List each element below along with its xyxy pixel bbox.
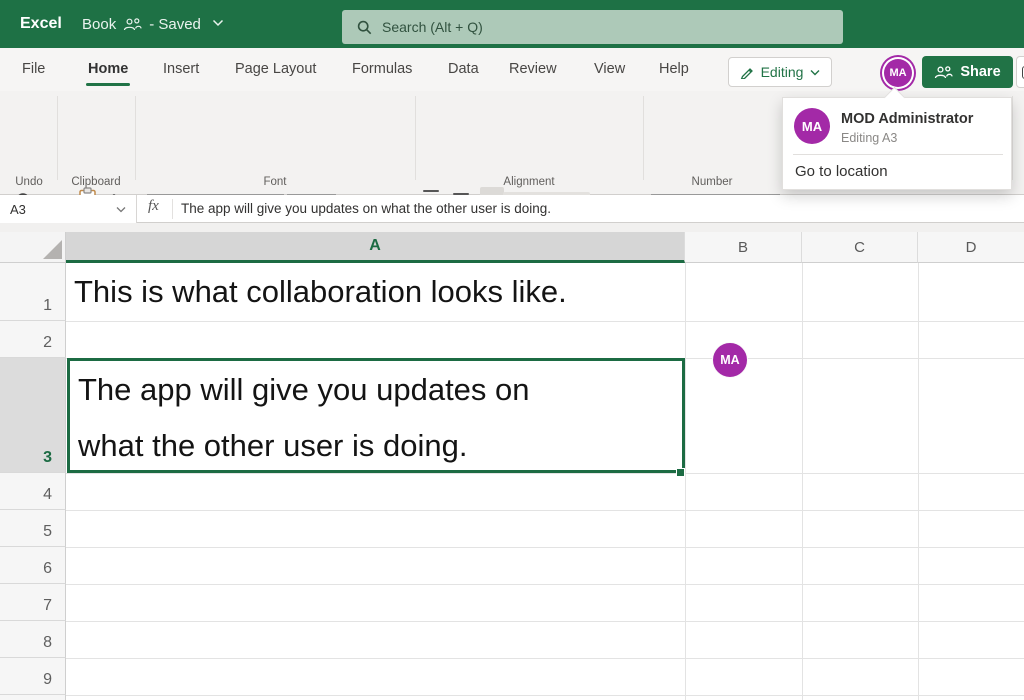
gridline [66,321,1024,322]
gridline [685,263,686,700]
pencil-icon [740,65,754,79]
gridline [66,510,1024,511]
chevron-down-icon [810,69,820,76]
row-header-9[interactable]: 9 [0,658,66,695]
formula-bar: A3 fx The app will give you updates on w… [0,195,1024,223]
app-header: Excel Book - Saved Search (Alt + Q) [0,0,1024,48]
tab-formulas[interactable]: Formulas [352,48,412,91]
editing-mode-button[interactable]: Editing [728,57,832,87]
share-button[interactable]: Share [922,56,1013,88]
row-header-5[interactable]: 5 [0,510,66,547]
popup-editing-status: Editing A3 [841,131,897,145]
fill-handle[interactable] [676,468,685,477]
search-placeholder: Search (Alt + Q) [382,19,483,35]
search-icon [357,20,372,35]
font-group-label: Font [135,176,415,188]
undo-group-label: Undo [2,176,56,188]
group-divider [415,96,416,180]
group-divider [1012,96,1013,180]
row-header-1[interactable]: 1 [0,263,66,321]
row-header-4[interactable]: 4 [0,473,66,510]
share-label: Share [960,64,1000,80]
row-header-3[interactable]: 3 [0,358,66,473]
go-to-location-link[interactable]: Go to location [795,163,888,180]
gridline [802,263,803,700]
row-header-7[interactable]: 7 [0,584,66,621]
row-header-2[interactable]: 2 [0,321,66,358]
row-header-10-partial [0,695,66,700]
chevron-down-icon [116,206,126,213]
presence-initials: MA [720,353,739,367]
collaborator-presence-avatar[interactable]: MA [712,342,748,378]
cell-a3-selected[interactable]: The app will give you updates on what th… [67,358,685,473]
ribbon-tab-row: File Home Insert Page Layout Formulas Da… [0,48,1024,91]
popup-avatar-initials: MA [802,119,822,134]
comments-button[interactable] [1016,56,1024,88]
popup-divider [793,154,1003,155]
tab-view[interactable]: View [594,48,625,91]
column-header-c[interactable]: C [802,232,918,263]
group-divider [135,96,136,180]
column-header-a[interactable]: A [66,232,685,263]
presence-popup: MA MOD Administrator Editing A3 Go to lo… [782,97,1012,190]
document-name: Book [82,16,116,33]
cell-a1[interactable]: This is what collaboration looks like. [74,263,567,321]
tab-insert[interactable]: Insert [163,48,199,91]
save-status: - Saved [149,16,201,33]
name-box-value: A3 [10,202,26,217]
gridline [66,658,1024,659]
share-people-icon [934,66,953,79]
row-header-8[interactable]: 8 [0,621,66,658]
tab-page-layout[interactable]: Page Layout [235,48,316,91]
group-divider [643,96,644,180]
editing-label: Editing [761,64,804,80]
user-avatar-button[interactable]: MA [884,59,912,87]
clipboard-group-label: Clipboard [58,176,134,188]
name-box[interactable]: A3 [0,195,137,223]
formula-divider [172,199,173,219]
formula-input[interactable]: The app will give you updates on what th… [181,195,551,223]
gridline [66,584,1024,585]
spreadsheet-grid: A B C D 1 2 3 4 5 6 7 8 9 This is what c… [0,232,1024,700]
gridline [66,547,1024,548]
tab-data[interactable]: Data [448,48,479,91]
ribbon-grid-gap [0,223,1024,232]
column-header-d[interactable]: D [918,232,1024,263]
select-all-corner[interactable] [0,232,66,263]
search-input[interactable]: Search (Alt + Q) [342,10,843,44]
tab-review[interactable]: Review [509,48,557,91]
group-divider [57,96,58,180]
column-header-b[interactable]: B [685,232,802,263]
gridline [66,621,1024,622]
popup-user-name: MOD Administrator [841,111,973,127]
app-logo[interactable]: Excel [20,0,62,48]
row-header-6[interactable]: 6 [0,547,66,584]
shared-people-icon [123,18,142,31]
tab-home[interactable]: Home [88,48,128,91]
number-group-label: Number [643,176,781,188]
tab-help[interactable]: Help [659,48,689,91]
document-title[interactable]: Book - Saved [82,0,201,48]
gridline [918,263,919,700]
select-all-triangle-icon [43,240,62,259]
avatar-initials: MA [889,67,906,79]
cell-a3-text: The app will give you updates on what th… [78,362,530,474]
title-chevron-down-icon[interactable] [212,19,224,27]
popup-avatar: MA [794,108,830,144]
gridline [66,695,1024,696]
tab-file[interactable]: File [22,48,45,91]
alignment-group-label: Alignment [415,176,643,188]
fx-icon[interactable]: fx [148,198,159,215]
